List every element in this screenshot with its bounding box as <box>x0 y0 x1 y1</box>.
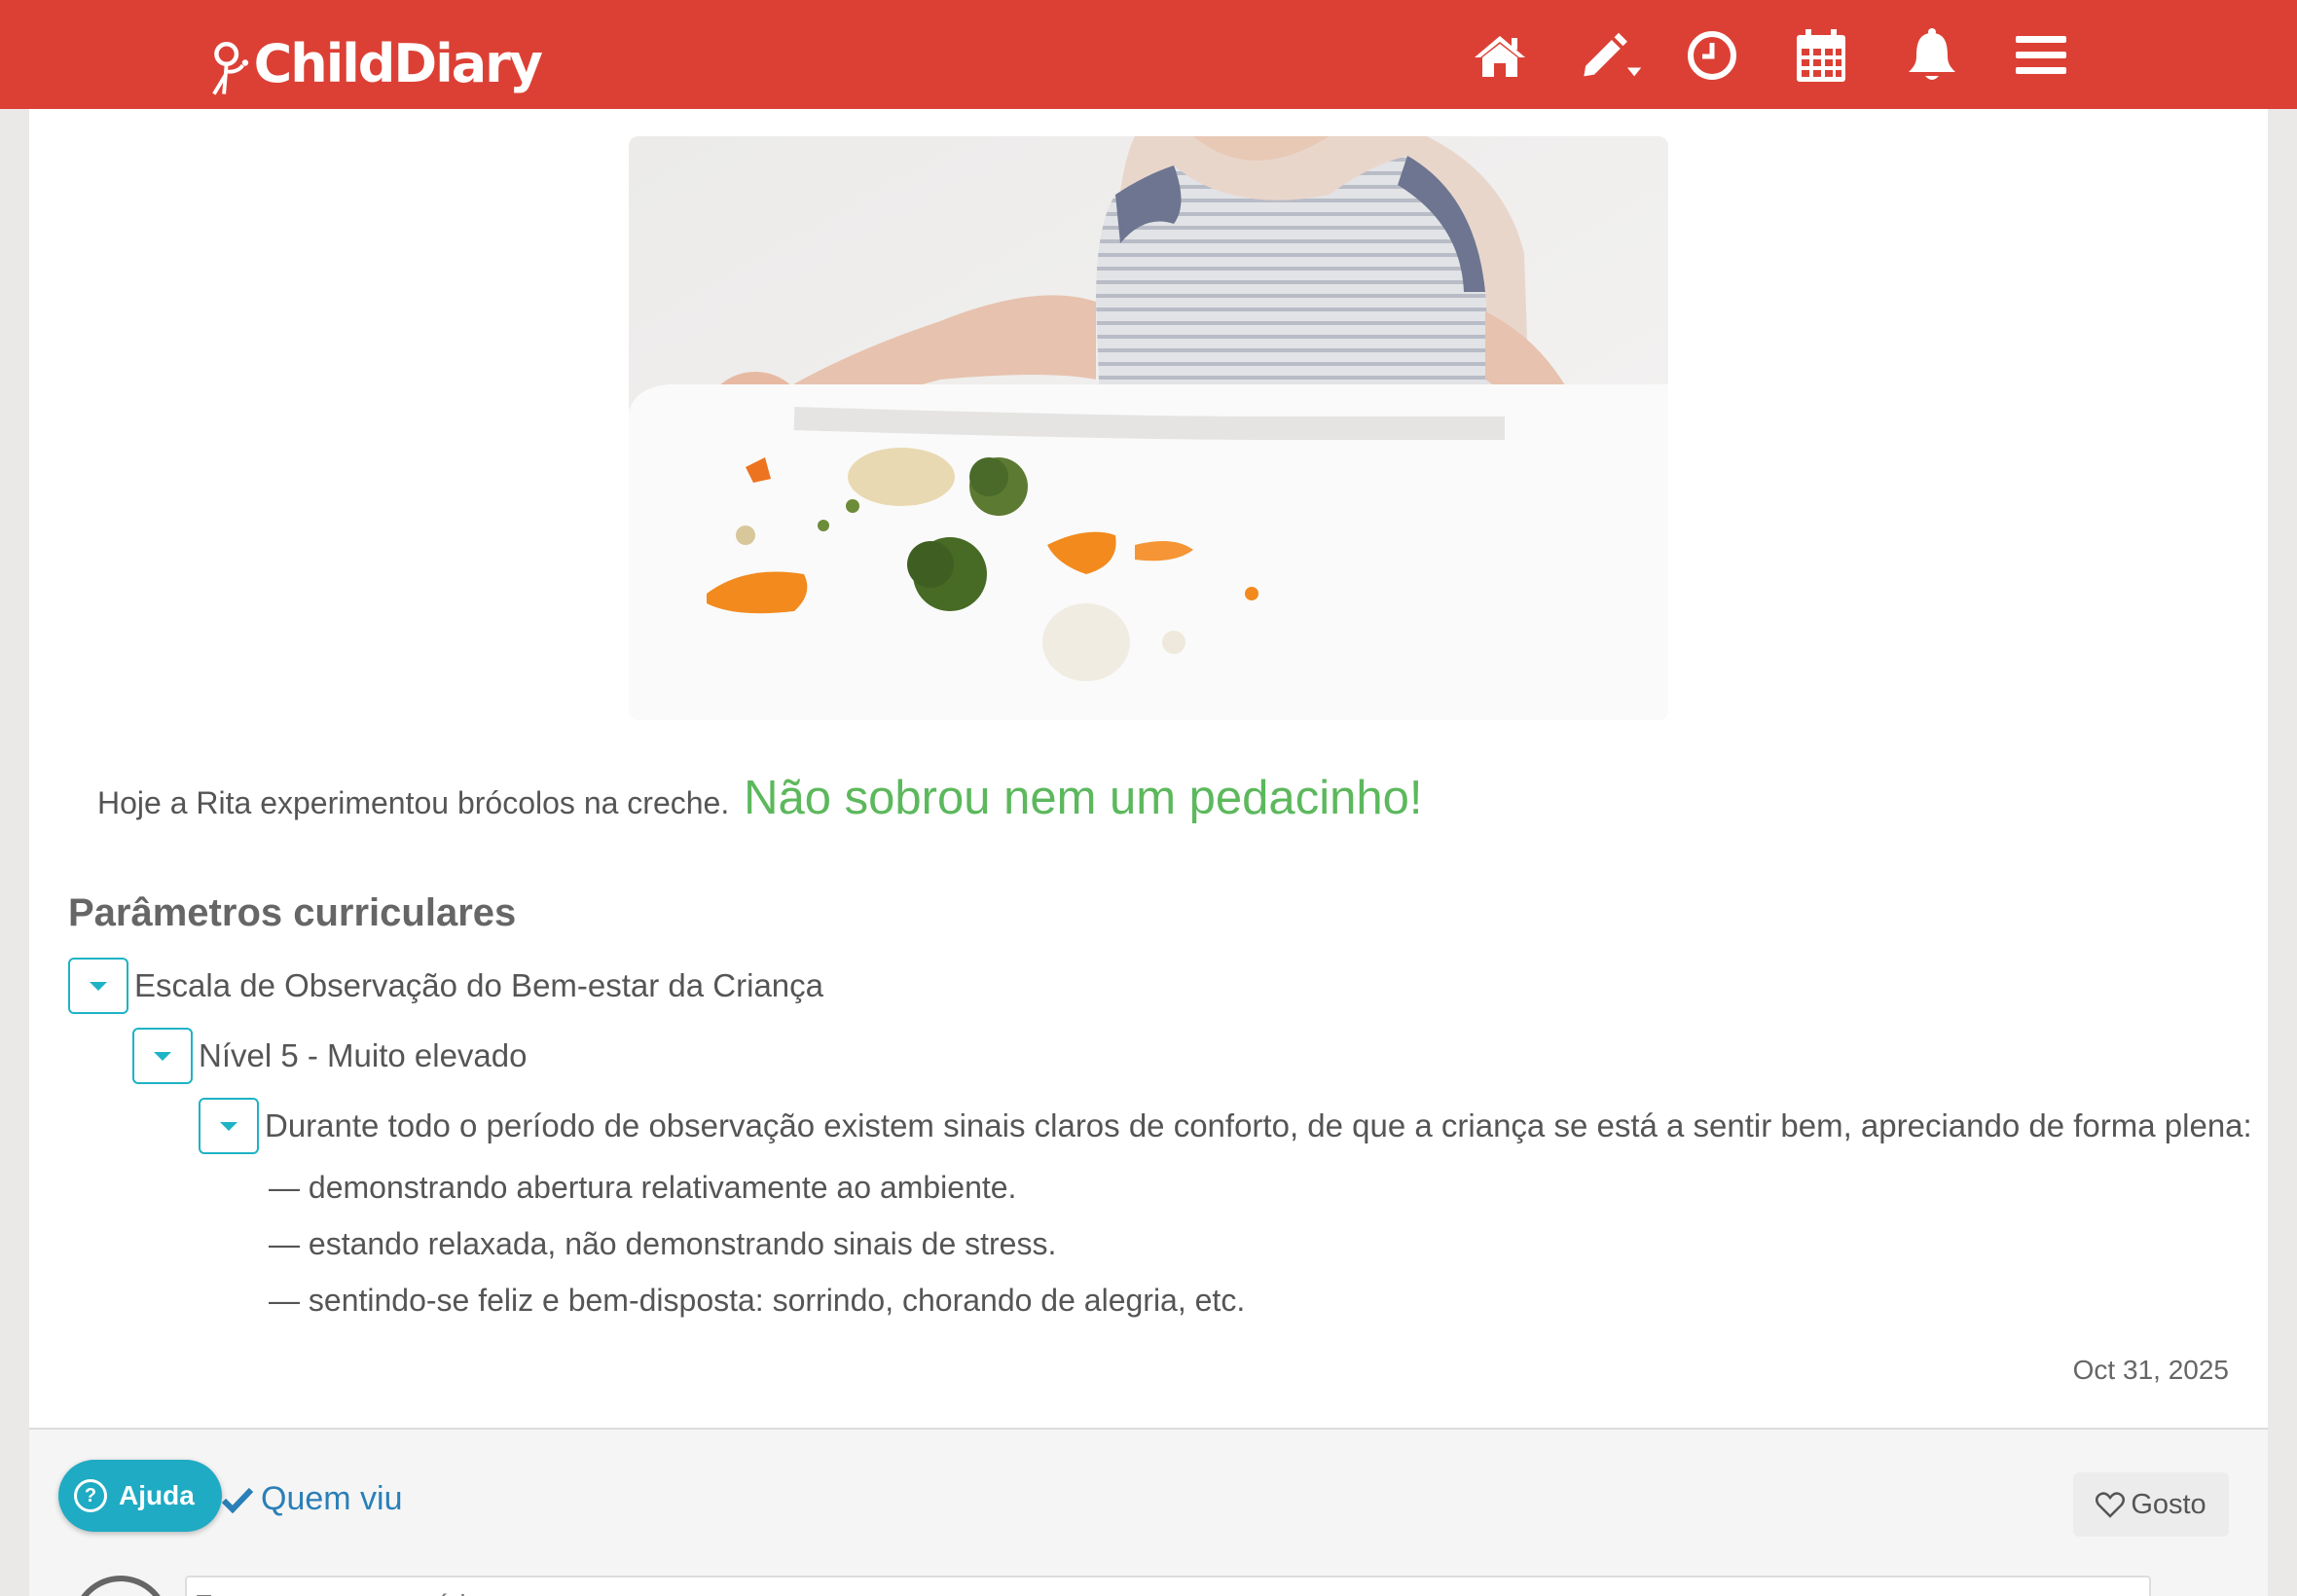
quem-viu-label: Quem viu <box>261 1480 403 1517</box>
tree-label-description: Durante todo o período de observação exi… <box>265 1107 2252 1143</box>
calendar-icon[interactable] <box>1789 23 1853 88</box>
criteria-item: — estando relaxada, não demonstrando sin… <box>269 1226 1057 1261</box>
criteria-item: — demonstrando abertura relativamente ao… <box>269 1170 1017 1205</box>
baby-eating-photo <box>629 136 1668 720</box>
tree-label-scale: Escala de Observação do Bem-estar da Cri… <box>134 967 824 1003</box>
tree-row-scale: Escala de Observação do Bem-estar da Cri… <box>68 958 823 1014</box>
top-bar: ChildDiary <box>0 0 2297 109</box>
caption-highlight: Não sobrou nem um pedacinho! <box>744 772 1423 824</box>
like-label: Gosto <box>2131 1488 2206 1520</box>
comment-input[interactable] <box>185 1576 2151 1596</box>
tree-row-description: Durante todo o período de observação exi… <box>199 1098 2252 1154</box>
expand-toggle-level[interactable] <box>132 1028 193 1084</box>
menu-icon[interactable] <box>2009 23 2073 88</box>
post-footer: Quem viu Gosto <box>29 1428 2268 1596</box>
like-button[interactable]: Gosto <box>2073 1472 2229 1537</box>
edit-icon[interactable] <box>1579 23 1643 88</box>
home-icon[interactable] <box>1468 23 1532 88</box>
checkmark-icon <box>222 1487 253 1513</box>
post-caption: Hoje a Rita experimentou brócolos na cre… <box>97 771 2141 825</box>
tree-label-level: Nível 5 - Muito elevado <box>199 1037 528 1073</box>
heart-icon <box>2096 1492 2126 1518</box>
logo-text: ChildDiary <box>253 33 543 94</box>
clock-icon[interactable] <box>1680 23 1744 88</box>
quem-viu-link[interactable]: Quem viu <box>222 1480 403 1518</box>
help-label: Ajuda <box>119 1480 195 1510</box>
tree-row-level: Nível 5 - Muito elevado <box>132 1028 528 1084</box>
caret-down-icon <box>220 1121 237 1131</box>
expand-toggle-description[interactable] <box>199 1098 259 1154</box>
help-button[interactable]: ? Ajuda <box>58 1460 222 1532</box>
caret-down-icon <box>154 1051 171 1061</box>
criteria-item: — sentindo-se feliz e bem-disposta: sorr… <box>269 1283 1246 1318</box>
question-icon: ? <box>74 1479 107 1512</box>
caption-text: Hoje a Rita experimentou brócolos na cre… <box>97 785 730 820</box>
childdiary-logo[interactable]: ChildDiary <box>210 25 543 109</box>
expand-toggle-scale[interactable] <box>68 958 128 1014</box>
curricular-parameters-title: Parâmetros curriculares <box>68 891 517 934</box>
caret-down-icon <box>90 981 107 991</box>
bell-icon[interactable] <box>1900 23 1964 88</box>
post-card: Hoje a Rita experimentou brócolos na cre… <box>29 109 2268 1428</box>
avatar <box>72 1576 169 1596</box>
post-date: Oct 31, 2025 <box>2072 1355 2229 1385</box>
post-photo[interactable] <box>629 136 1668 720</box>
